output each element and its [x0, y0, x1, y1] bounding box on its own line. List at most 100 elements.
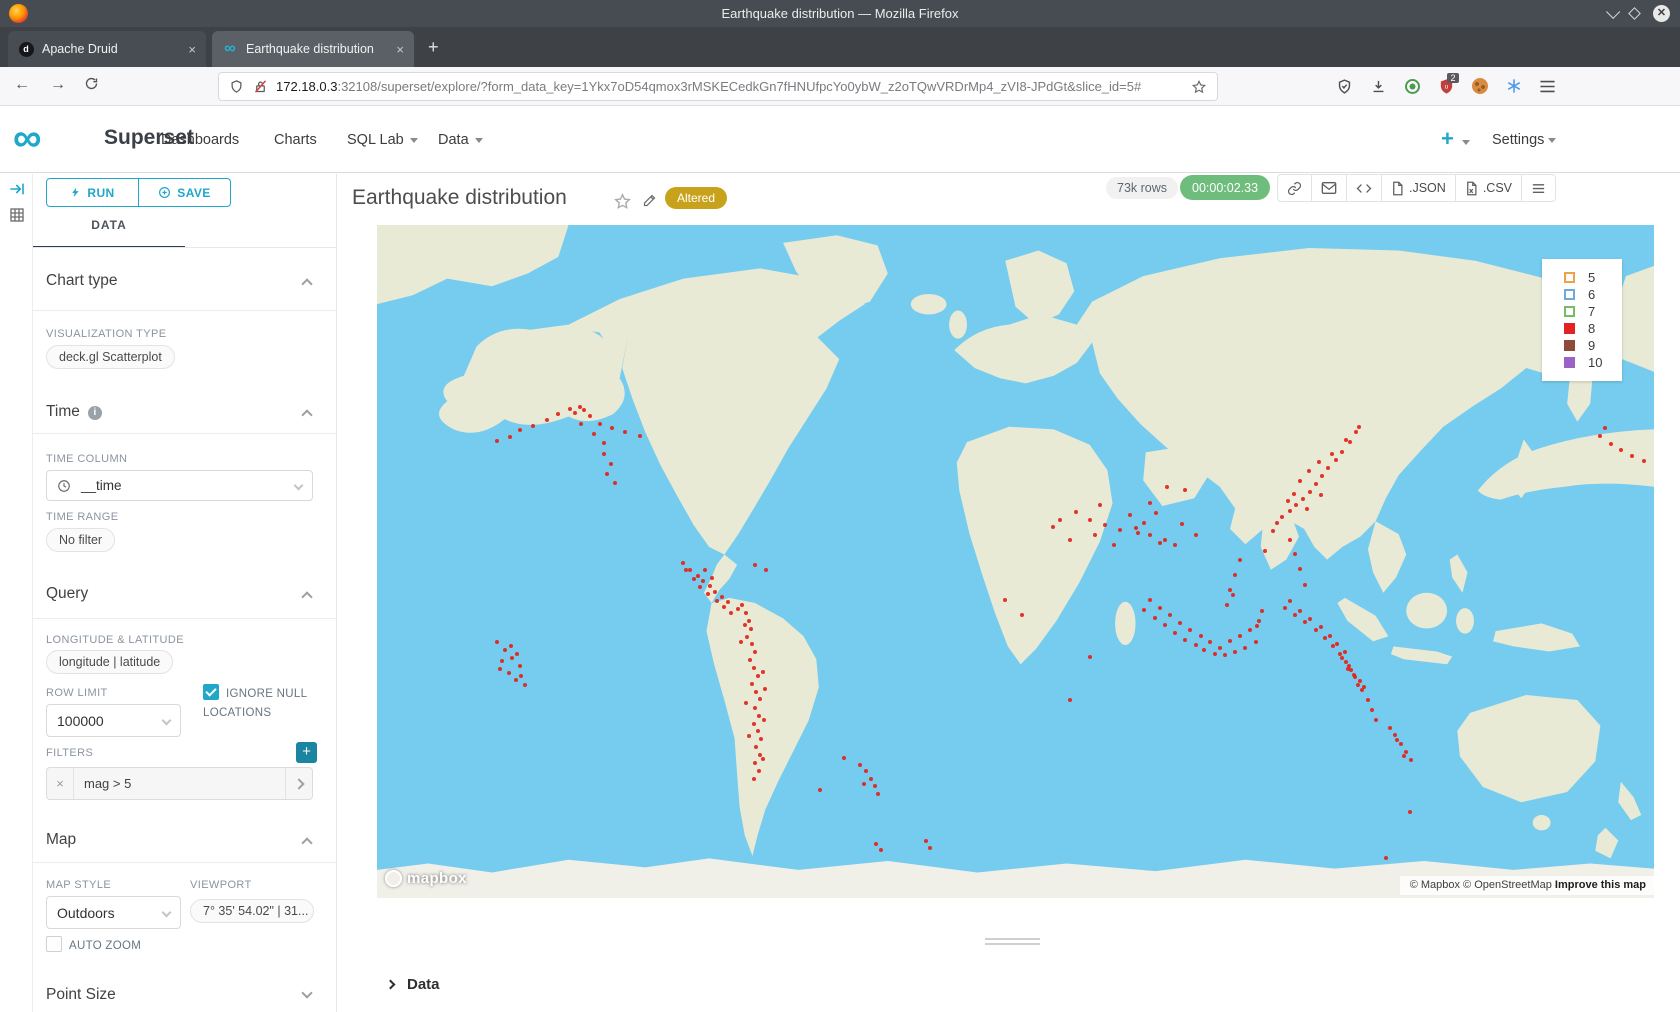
chevron-up-icon[interactable]: [301, 837, 312, 848]
section-map[interactable]: Map: [46, 831, 76, 849]
earthquake-point: [515, 652, 519, 656]
back-icon[interactable]: ←: [14, 76, 30, 94]
earthquake-point: [1068, 538, 1072, 542]
window-close-icon[interactable]: ✕: [1653, 5, 1670, 22]
settings-menu[interactable]: Settings: [1492, 132, 1556, 148]
earthquake-point: [1142, 521, 1146, 525]
viewport-label: VIEWPORT: [190, 879, 252, 891]
data-panel-toggle[interactable]: Data: [387, 976, 440, 993]
map-style-select[interactable]: Outdoors: [46, 896, 181, 929]
chevron-up-icon[interactable]: [301, 591, 312, 602]
chevron-up-icon[interactable]: [301, 409, 312, 420]
collapse-panel-icon[interactable]: [9, 182, 25, 196]
section-time[interactable]: Timei: [46, 403, 102, 421]
permissions-shield-icon[interactable]: [229, 79, 244, 94]
bookmark-star-icon[interactable]: [1191, 79, 1207, 95]
embed-code-button[interactable]: [1346, 175, 1381, 201]
earthquake-point: [1165, 485, 1169, 489]
earthquake-point: [1248, 628, 1252, 632]
legend-label: 9: [1588, 338, 1595, 353]
nav-item-sql-lab[interactable]: SQL Lab: [347, 132, 418, 148]
run-button[interactable]: RUN: [47, 179, 138, 206]
new-chart-button[interactable]: +: [1441, 126, 1454, 152]
export-json-button[interactable]: .JSON: [1381, 175, 1455, 201]
ublock-shield-icon[interactable]: u 2: [1436, 76, 1456, 96]
mapbox-logo[interactable]: mapbox: [385, 870, 467, 887]
cookie-icon[interactable]: [1470, 76, 1490, 96]
legend-item[interactable]: 8: [1564, 320, 1622, 337]
section-point-size[interactable]: Point Size: [46, 986, 116, 1004]
legend-item[interactable]: 6: [1564, 286, 1622, 303]
earthquake-point: [1020, 613, 1024, 617]
checkbox-checked-icon[interactable]: [203, 684, 219, 700]
auto-zoom-checkbox[interactable]: AUTO ZOOM: [46, 936, 141, 952]
ignore-null-checkbox[interactable]: IGNORE NULL LOCATIONS: [203, 684, 335, 723]
earthquake-point: [696, 574, 700, 578]
chevron-up-icon[interactable]: [301, 278, 312, 289]
superset-logo[interactable]: ∞: [13, 116, 42, 160]
reload-icon[interactable]: [84, 76, 99, 91]
window-minimize-icon[interactable]: [1606, 4, 1620, 18]
nav-item-dashboards[interactable]: Dashboards: [161, 132, 239, 148]
legend-item[interactable]: 5: [1564, 269, 1622, 286]
browser-tab-apache-druid[interactable]: d Apache Druid ×: [8, 31, 206, 67]
legend-item[interactable]: 9: [1564, 337, 1622, 354]
earthquake-point: [1255, 624, 1259, 628]
tab-data[interactable]: DATA: [33, 218, 185, 232]
earthquake-point: [1288, 599, 1292, 603]
filter-chip[interactable]: × mag > 5: [46, 767, 313, 800]
save-button[interactable]: SAVE: [138, 179, 230, 206]
time-column-select[interactable]: __time: [46, 470, 313, 501]
legend-item[interactable]: 7: [1564, 303, 1622, 320]
earthquake-point: [692, 577, 696, 581]
nav-item-data[interactable]: Data: [438, 132, 483, 148]
snowflake-addon-icon[interactable]: [1504, 76, 1524, 96]
altered-badge[interactable]: Altered: [665, 187, 727, 209]
deckgl-scatter-map[interactable]: 5678910 mapbox © Mapbox © OpenStreetMap …: [377, 225, 1654, 898]
checkbox-unchecked-icon[interactable]: [46, 936, 62, 952]
legend-item[interactable]: 10: [1564, 354, 1622, 371]
download-icon[interactable]: [1368, 76, 1388, 96]
more-options-button[interactable]: [1521, 175, 1555, 201]
earthquake-point: [701, 579, 705, 583]
earthquake-point: [1158, 541, 1162, 545]
section-query[interactable]: Query: [46, 585, 88, 603]
email-button[interactable]: [1311, 175, 1346, 201]
export-csv-button[interactable]: .CSV: [1455, 175, 1521, 201]
time-range-value[interactable]: No filter: [46, 528, 115, 552]
favorite-star-icon[interactable]: [613, 192, 632, 211]
add-filter-button[interactable]: +: [296, 742, 317, 763]
viewport-value[interactable]: 7° 35' 54.02" | 31...: [190, 899, 314, 923]
resize-handle[interactable]: [985, 938, 1040, 948]
remove-filter-icon[interactable]: ×: [47, 768, 74, 799]
earthquake-point: [1233, 573, 1237, 577]
tab-close-icon[interactable]: ×: [176, 42, 196, 57]
earthquake-point: [518, 428, 522, 432]
window-maximize-icon[interactable]: [1628, 7, 1641, 20]
viz-type-value[interactable]: deck.gl Scatterplot: [46, 345, 175, 369]
nav-item-charts[interactable]: Charts: [274, 132, 317, 148]
earthquake-point: [1294, 503, 1298, 507]
dataset-grid-icon[interactable]: [9, 207, 25, 223]
extension-green-icon[interactable]: [1402, 76, 1422, 96]
tab-close-icon[interactable]: ×: [384, 42, 404, 57]
url-text: 172.18.0.3:32108/superset/explore/?form_…: [276, 79, 1191, 94]
chevron-down-icon[interactable]: [301, 987, 312, 998]
pocket-shield-icon[interactable]: [1334, 76, 1354, 96]
row-limit-select[interactable]: 100000: [46, 704, 181, 737]
earthquake-point: [613, 481, 617, 485]
earthquake-point: [879, 848, 883, 852]
hamburger-menu-icon[interactable]: [1537, 76, 1557, 96]
lonlat-value[interactable]: longitude | latitude: [46, 650, 173, 674]
url-input[interactable]: 172.18.0.3:32108/superset/explore/?form_…: [218, 72, 1218, 101]
earthquake-point: [1134, 526, 1138, 530]
earthquake-point: [1349, 668, 1353, 672]
edit-title-icon[interactable]: [642, 193, 657, 208]
forward-icon[interactable]: →: [50, 76, 66, 94]
new-tab-button[interactable]: +: [428, 37, 439, 58]
improve-map-link[interactable]: Improve this map: [1555, 879, 1646, 891]
section-chart-type[interactable]: Chart type: [46, 272, 118, 290]
browser-tab-earthquake-distribution[interactable]: ∞ Earthquake distribution ×: [212, 31, 414, 67]
insecure-lock-icon[interactable]: [253, 79, 268, 94]
copy-link-button[interactable]: [1278, 175, 1311, 201]
